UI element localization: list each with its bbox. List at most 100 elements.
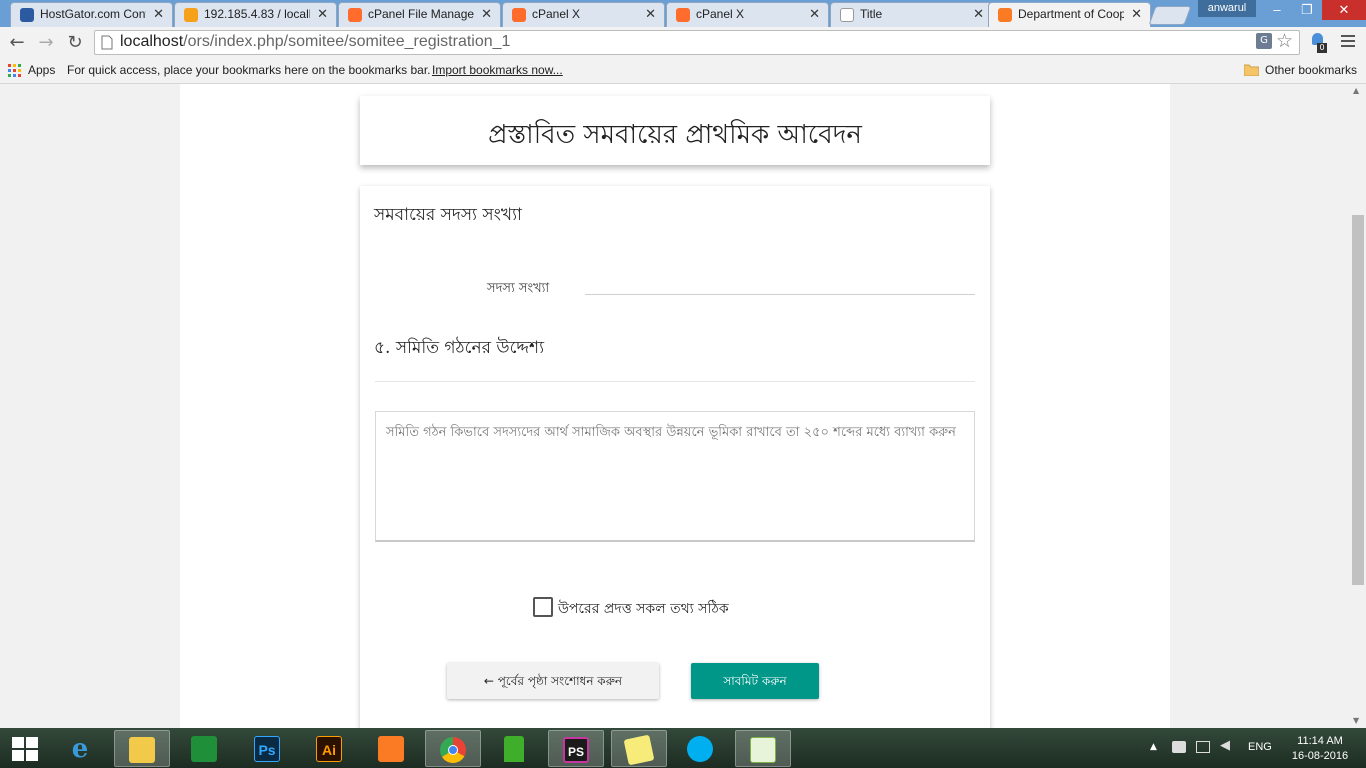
bookmarks-hint: For quick access, place your bookmarks h… (67, 63, 431, 77)
tab-title: Title (860, 7, 883, 21)
tab-title: cPanel File Manager (368, 7, 474, 21)
phpstorm-icon: PS (563, 737, 589, 763)
page-title: প্রস্তাবিত সমবায়ের প্রাথমিক আবেদন (488, 120, 862, 150)
browser-tab[interactable]: HostGator.com Cont ✕ (10, 2, 173, 27)
photoshop-icon: Ps (254, 736, 280, 762)
close-tab-icon[interactable]: ✕ (1131, 6, 1142, 22)
close-tab-icon[interactable]: ✕ (809, 6, 820, 22)
taskbar-app[interactable] (673, 730, 729, 767)
close-tab-icon[interactable]: ✕ (317, 6, 328, 22)
browser-tab[interactable]: cPanel File Manager ✕ (338, 2, 501, 27)
other-bookmarks[interactable]: Other bookmarks (1265, 63, 1357, 77)
divider (375, 381, 975, 382)
reload-icon[interactable]: ↻ (64, 32, 86, 54)
members-section-title: সমবায়ের সদস্য সংখ্যা (374, 205, 522, 225)
taskbar-app[interactable] (735, 730, 791, 767)
action-center-icon[interactable] (1172, 741, 1186, 753)
browser-tab[interactable]: cPanel X ✕ (502, 2, 665, 27)
page-icon (840, 8, 854, 22)
language-indicator[interactable]: ENG (1248, 741, 1272, 753)
chrome-icon (440, 737, 466, 763)
xampp-icon (998, 8, 1012, 22)
scroll-down-arrow-icon[interactable]: ▼ (1353, 716, 1359, 725)
members-count-input[interactable] (585, 272, 975, 295)
form-card: সমবায়ের সদস্য সংখ্যা সদস্য সংখ্যা ৫. সম… (360, 186, 990, 728)
cpanel-icon (676, 8, 690, 22)
clock-time: 11:14 AM (1297, 735, 1343, 747)
tab-title: cPanel X (696, 7, 745, 21)
window-close-icon[interactable]: ✕ (1322, 0, 1366, 20)
close-tab-icon[interactable]: ✕ (153, 6, 164, 22)
submit-button[interactable]: সাবমিট করুন (691, 663, 819, 699)
page-viewport: প্রস্তাবিত সমবায়ের প্রাথমিক আবেদন সমবায… (0, 84, 1350, 728)
title-card: প্রস্তাবিত সমবায়ের প্রাথমিক আবেদন (360, 96, 990, 165)
clock-date: 16-08-2016 (1291, 750, 1349, 762)
import-bookmarks-link[interactable]: Import bookmarks now... (432, 63, 563, 77)
cpanel-icon (512, 8, 526, 22)
notepad-plus-plus-icon (750, 737, 776, 763)
scroll-up-arrow-icon[interactable]: ▲ (1353, 86, 1359, 95)
sticky-notes-icon (623, 734, 655, 766)
url-path: /ors/index.php/somitee/somitee_registrat… (183, 33, 511, 50)
objective-title: ৫. সমিতি গঠনের উদ্দেশ্য (374, 338, 544, 358)
taskbar-app[interactable]: Ai (302, 730, 358, 767)
browser-tab[interactable]: cPanel X ✕ (666, 2, 829, 27)
taskbar-app[interactable] (364, 730, 420, 767)
store-icon (191, 736, 217, 762)
taskbar-app[interactable] (487, 730, 543, 767)
menu-icon[interactable] (1341, 35, 1355, 47)
back-button[interactable]: ← পূর্বের পৃষ্ঠা সংশোধন করুন (447, 663, 659, 699)
objective-textarea[interactable] (375, 411, 975, 542)
confirm-label[interactable]: উপরের প্রদত্ত সকল তথ্য সঠিক (558, 597, 729, 621)
taskbar-app[interactable]: PS (548, 730, 604, 767)
phpmyadmin-icon (184, 8, 198, 22)
tab-title: HostGator.com Cont (40, 7, 146, 21)
new-tab-button[interactable] (1148, 6, 1192, 25)
folder-icon (1244, 64, 1259, 76)
close-tab-icon[interactable]: ✕ (645, 6, 656, 22)
tab-title: 192.185.4.83 / localh (204, 7, 310, 21)
url-host: localhost (120, 33, 184, 50)
url-text[interactable]: localhost/ors/index.php/somitee/somitee_… (120, 33, 510, 51)
confirm-checkbox[interactable] (533, 597, 553, 617)
clock[interactable]: 11:14 AM 16-08-2016 (1290, 734, 1350, 764)
taskbar-app[interactable]: e (53, 730, 109, 767)
hostgator-icon (20, 8, 34, 22)
forward-arrow-icon[interactable]: → (35, 32, 57, 54)
restore-icon[interactable]: ❐ (1292, 0, 1322, 20)
network-icon[interactable] (1196, 741, 1210, 753)
profile-button[interactable]: anwarul (1198, 0, 1256, 17)
scrollbar-thumb[interactable] (1352, 215, 1364, 585)
close-tab-icon[interactable]: ✕ (481, 6, 492, 22)
file-explorer-icon (129, 737, 155, 763)
volume-muted-icon[interactable]: ◀ (1220, 738, 1230, 753)
internet-explorer-icon: e (71, 734, 89, 764)
windows-start-icon[interactable] (12, 737, 38, 761)
tab-title: cPanel X (532, 7, 581, 21)
translate-icon[interactable]: G (1256, 33, 1272, 49)
browser-tab[interactable]: Title ✕ (830, 2, 993, 27)
bookmark-star-icon[interactable]: ☆ (1276, 30, 1293, 52)
members-label: সদস্য সংখ্যা (487, 281, 550, 296)
back-arrow-icon[interactable]: ← (6, 32, 28, 54)
browser-tab-active[interactable]: Department of Coop ✕ (988, 2, 1151, 27)
page-info-icon[interactable] (101, 35, 113, 50)
taskbar-app[interactable] (611, 730, 667, 767)
taskbar-app[interactable] (114, 730, 170, 767)
browser-tab[interactable]: 192.185.4.83 / localh ✕ (174, 2, 337, 27)
apps-link[interactable]: Apps (28, 63, 55, 77)
taskbar-app[interactable] (425, 730, 481, 767)
close-tab-icon[interactable]: ✕ (973, 6, 984, 22)
minimize-icon[interactable]: – (1262, 0, 1292, 20)
extension-icon[interactable]: 0 (1310, 33, 1327, 53)
taskbar-app[interactable] (177, 730, 233, 767)
pipe-icon (504, 736, 524, 762)
extension-badge: 0 (1317, 43, 1327, 53)
skype-icon (687, 736, 713, 762)
apps-grid-icon[interactable] (8, 64, 21, 77)
taskbar-app[interactable]: Ps (240, 730, 296, 767)
show-hidden-icons-chevron-icon[interactable]: ▲ (1150, 742, 1157, 752)
cpanel-icon (348, 8, 362, 22)
tab-title: Department of Coop (1018, 7, 1124, 21)
xampp-icon (378, 736, 404, 762)
